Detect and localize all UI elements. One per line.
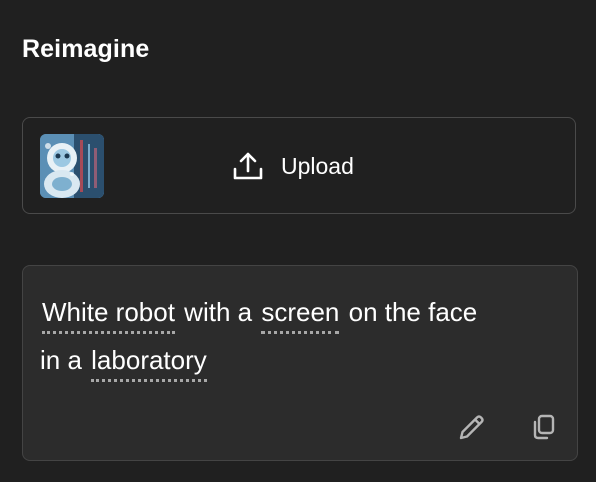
reimagine-panel: Reimagine Upload White robot with a scre…	[0, 0, 596, 482]
upload-icon	[233, 152, 263, 180]
upload-label: Upload	[281, 153, 354, 179]
prompt-keyword[interactable]: screen	[259, 288, 341, 336]
robot-thumbnail[interactable]	[40, 134, 104, 198]
pencil-icon	[459, 415, 484, 440]
prompt-text-segment: with a	[176, 297, 260, 327]
prompt-keyword-text: laboratory	[91, 345, 207, 375]
prompt-text-segment	[341, 297, 348, 327]
prompt-keyword-text: White robot	[42, 297, 175, 327]
prompt-keyword[interactable]: White robot	[40, 288, 177, 336]
upload-button[interactable]: Upload	[231, 148, 354, 184]
copy-button[interactable]	[529, 412, 559, 442]
prompt-keyword-text: screen	[261, 297, 340, 327]
upload-area[interactable]: Upload	[22, 117, 576, 214]
prompt-text-segment	[82, 345, 89, 375]
copy-icon	[533, 414, 555, 440]
panel-title: Reimagine	[22, 35, 150, 63]
robot-thumbnail-image	[40, 134, 104, 198]
prompt-text-segment: on the face	[348, 297, 478, 327]
prompt-text[interactable]: White robot with a screen on the face in…	[40, 288, 565, 384]
prompt-text-segment: in a	[40, 345, 82, 375]
edit-button[interactable]	[457, 412, 487, 442]
prompt-keyword[interactable]: laboratory	[89, 336, 209, 384]
prompt-box[interactable]: White robot with a screen on the face in…	[22, 265, 578, 461]
